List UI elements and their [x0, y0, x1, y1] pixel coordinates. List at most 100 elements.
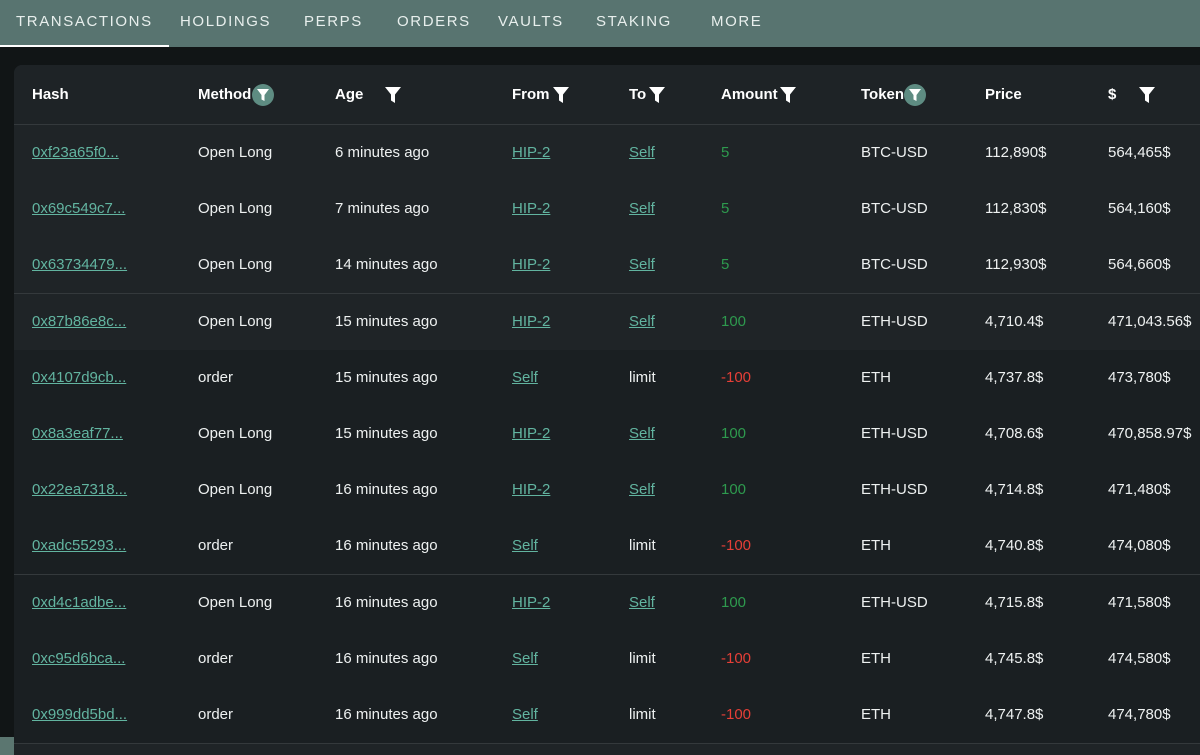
- table-row[interactable]: 0x999dd5bd... order 16 minutes ago Self limi…: [14, 687, 1200, 744]
- table-row[interactable]: 0x63734479... Open Long 14 minutes ago HIP-…: [14, 237, 1200, 295]
- tab-perps[interactable]: PERPS: [304, 0, 363, 47]
- token-cell: ETH: [861, 706, 891, 723]
- tab-vaults[interactable]: VAULTS: [498, 0, 564, 47]
- to-cell: limit: [629, 537, 656, 555]
- tab-transactions[interactable]: TRANSACTIONS: [0, 0, 169, 47]
- header-hash[interactable]: Hash: [32, 65, 69, 124]
- to-link[interactable]: Self: [629, 575, 655, 631]
- hash-link[interactable]: 0x4107d9cb...: [32, 350, 126, 406]
- token-cell: ETH: [861, 368, 891, 386]
- to-link[interactable]: Self: [629, 462, 655, 518]
- usd-filter-icon[interactable]: [1139, 87, 1155, 103]
- method-cell: order: [198, 368, 234, 386]
- to-link[interactable]: Self: [629, 406, 655, 462]
- from-link[interactable]: HIP-2: [512, 181, 550, 237]
- usd-cell: 564,160$: [1108, 200, 1171, 218]
- from-link[interactable]: Self: [512, 687, 538, 743]
- table-row[interactable]: 0x22ea7318... Open Long 16 minutes ago HIP-…: [14, 462, 1200, 520]
- from-link[interactable]: HIP-2: [512, 406, 550, 462]
- hash-link[interactable]: 0xd4c1adbe...: [32, 575, 126, 631]
- price-cell: 4,737.8$: [985, 368, 1044, 386]
- table-header: Hash Method Age From To Amount Token Pri…: [14, 65, 1200, 125]
- from-link[interactable]: HIP-2: [512, 237, 550, 293]
- amount-cell: 5: [721, 200, 730, 218]
- token-cell: ETH-USD: [861, 593, 928, 611]
- header-from[interactable]: From: [512, 65, 550, 124]
- token-filter-icon[interactable]: [904, 84, 926, 106]
- from-link[interactable]: Self: [512, 350, 538, 406]
- method-cell: Open Long: [198, 144, 273, 161]
- price-cell: 4,714.8$: [985, 481, 1044, 499]
- hash-link[interactable]: 0x22ea7318...: [32, 462, 127, 518]
- amount-cell: 100: [721, 312, 747, 330]
- age-filter-icon[interactable]: [385, 87, 401, 103]
- hash-link[interactable]: 0x63734479...: [32, 237, 127, 293]
- from-link[interactable]: Self: [512, 518, 538, 574]
- amount-filter-icon[interactable]: [780, 87, 796, 103]
- hash-link[interactable]: 0xadc55293...: [32, 518, 126, 574]
- header-amount[interactable]: Amount: [721, 65, 778, 124]
- hash-link[interactable]: 0xc95d6bca...: [32, 631, 125, 687]
- usd-cell: 474,080$: [1108, 537, 1171, 555]
- usd-cell: 564,660$: [1108, 256, 1171, 274]
- header-to[interactable]: To: [629, 65, 646, 124]
- table-row[interactable]: 0x87b86e8c... Open Long 15 minutes ago HIP-…: [14, 293, 1200, 351]
- amount-cell: 100: [721, 425, 747, 442]
- hash-link[interactable]: 0x87b86e8c...: [32, 294, 126, 350]
- table-row[interactable]: 0xc95d6bca... order 16 minutes ago Self limi…: [14, 630, 1200, 688]
- header-method[interactable]: Method: [198, 65, 251, 124]
- amount-cell: -100: [721, 368, 752, 386]
- usd-cell: 471,043.56$: [1108, 312, 1192, 330]
- age-cell: 7 minutes ago: [335, 200, 430, 218]
- tab-holdings[interactable]: HOLDINGS: [180, 0, 271, 47]
- hash-link[interactable]: 0x8a3eaf77...: [32, 406, 123, 462]
- table-row[interactable]: 0xd4c1adbe... Open Long 16 minutes ago HIP-…: [14, 574, 1200, 632]
- amount-cell: -100: [721, 706, 752, 723]
- hash-link[interactable]: 0x69c549c7...: [32, 181, 125, 237]
- age-cell: 16 minutes ago: [335, 481, 438, 499]
- method-cell: Open Long: [198, 200, 273, 218]
- from-filter-icon[interactable]: [553, 87, 569, 103]
- price-cell: 4,715.8$: [985, 593, 1044, 611]
- tab-staking[interactable]: STAKING: [596, 0, 672, 47]
- header-age[interactable]: Age: [335, 65, 363, 124]
- header-price[interactable]: Price: [985, 65, 1022, 124]
- token-cell: BTC-USD: [861, 144, 928, 161]
- hash-link[interactable]: 0x999dd5bd...: [32, 687, 127, 743]
- to-filter-icon[interactable]: [649, 87, 665, 103]
- from-link[interactable]: Self: [512, 631, 538, 687]
- amount-cell: 100: [721, 593, 747, 611]
- token-cell: ETH-USD: [861, 425, 928, 442]
- from-link[interactable]: HIP-2: [512, 125, 550, 181]
- price-cell: 4,745.8$: [985, 649, 1044, 667]
- usd-cell: 471,480$: [1108, 481, 1171, 499]
- header-token[interactable]: Token: [861, 65, 904, 124]
- from-link[interactable]: HIP-2: [512, 294, 550, 350]
- tab-more[interactable]: MORE: [711, 0, 762, 47]
- usd-cell: 470,858.97$: [1108, 425, 1192, 442]
- token-cell: BTC-USD: [861, 200, 928, 218]
- to-link[interactable]: Self: [629, 125, 655, 181]
- table-row[interactable]: 0x8a3eaf77... Open Long 15 minutes ago HIP-…: [14, 406, 1200, 463]
- table-row[interactable]: 0xadc55293... order 16 minutes ago Self limi…: [14, 518, 1200, 576]
- age-cell: 16 minutes ago: [335, 537, 438, 555]
- to-link[interactable]: Self: [629, 237, 655, 293]
- to-link[interactable]: Self: [629, 181, 655, 237]
- header-usd[interactable]: $: [1108, 65, 1116, 124]
- hash-link[interactable]: 0xf23a65f0...: [32, 125, 119, 181]
- method-cell: order: [198, 649, 234, 667]
- transactions-table: Hash Method Age From To Amount Token Pri…: [14, 65, 1200, 755]
- from-link[interactable]: HIP-2: [512, 462, 550, 518]
- method-cell: Open Long: [198, 312, 273, 330]
- method-filter-icon[interactable]: [252, 84, 274, 106]
- table-row[interactable]: 0xf23a65f0... Open Long 6 minutes ago HIP-2…: [14, 125, 1200, 182]
- from-link[interactable]: HIP-2: [512, 575, 550, 631]
- price-cell: 4,710.4$: [985, 312, 1044, 330]
- amount-cell: 100: [721, 481, 747, 499]
- usd-cell: 473,780$: [1108, 368, 1171, 386]
- price-cell: 4,708.6$: [985, 425, 1044, 442]
- tab-orders[interactable]: ORDERS: [397, 0, 471, 47]
- table-row[interactable]: 0x69c549c7... Open Long 7 minutes ago HIP-2…: [14, 181, 1200, 239]
- to-link[interactable]: Self: [629, 294, 655, 350]
- table-row[interactable]: 0x4107d9cb... order 15 minutes ago Self limi…: [14, 349, 1200, 407]
